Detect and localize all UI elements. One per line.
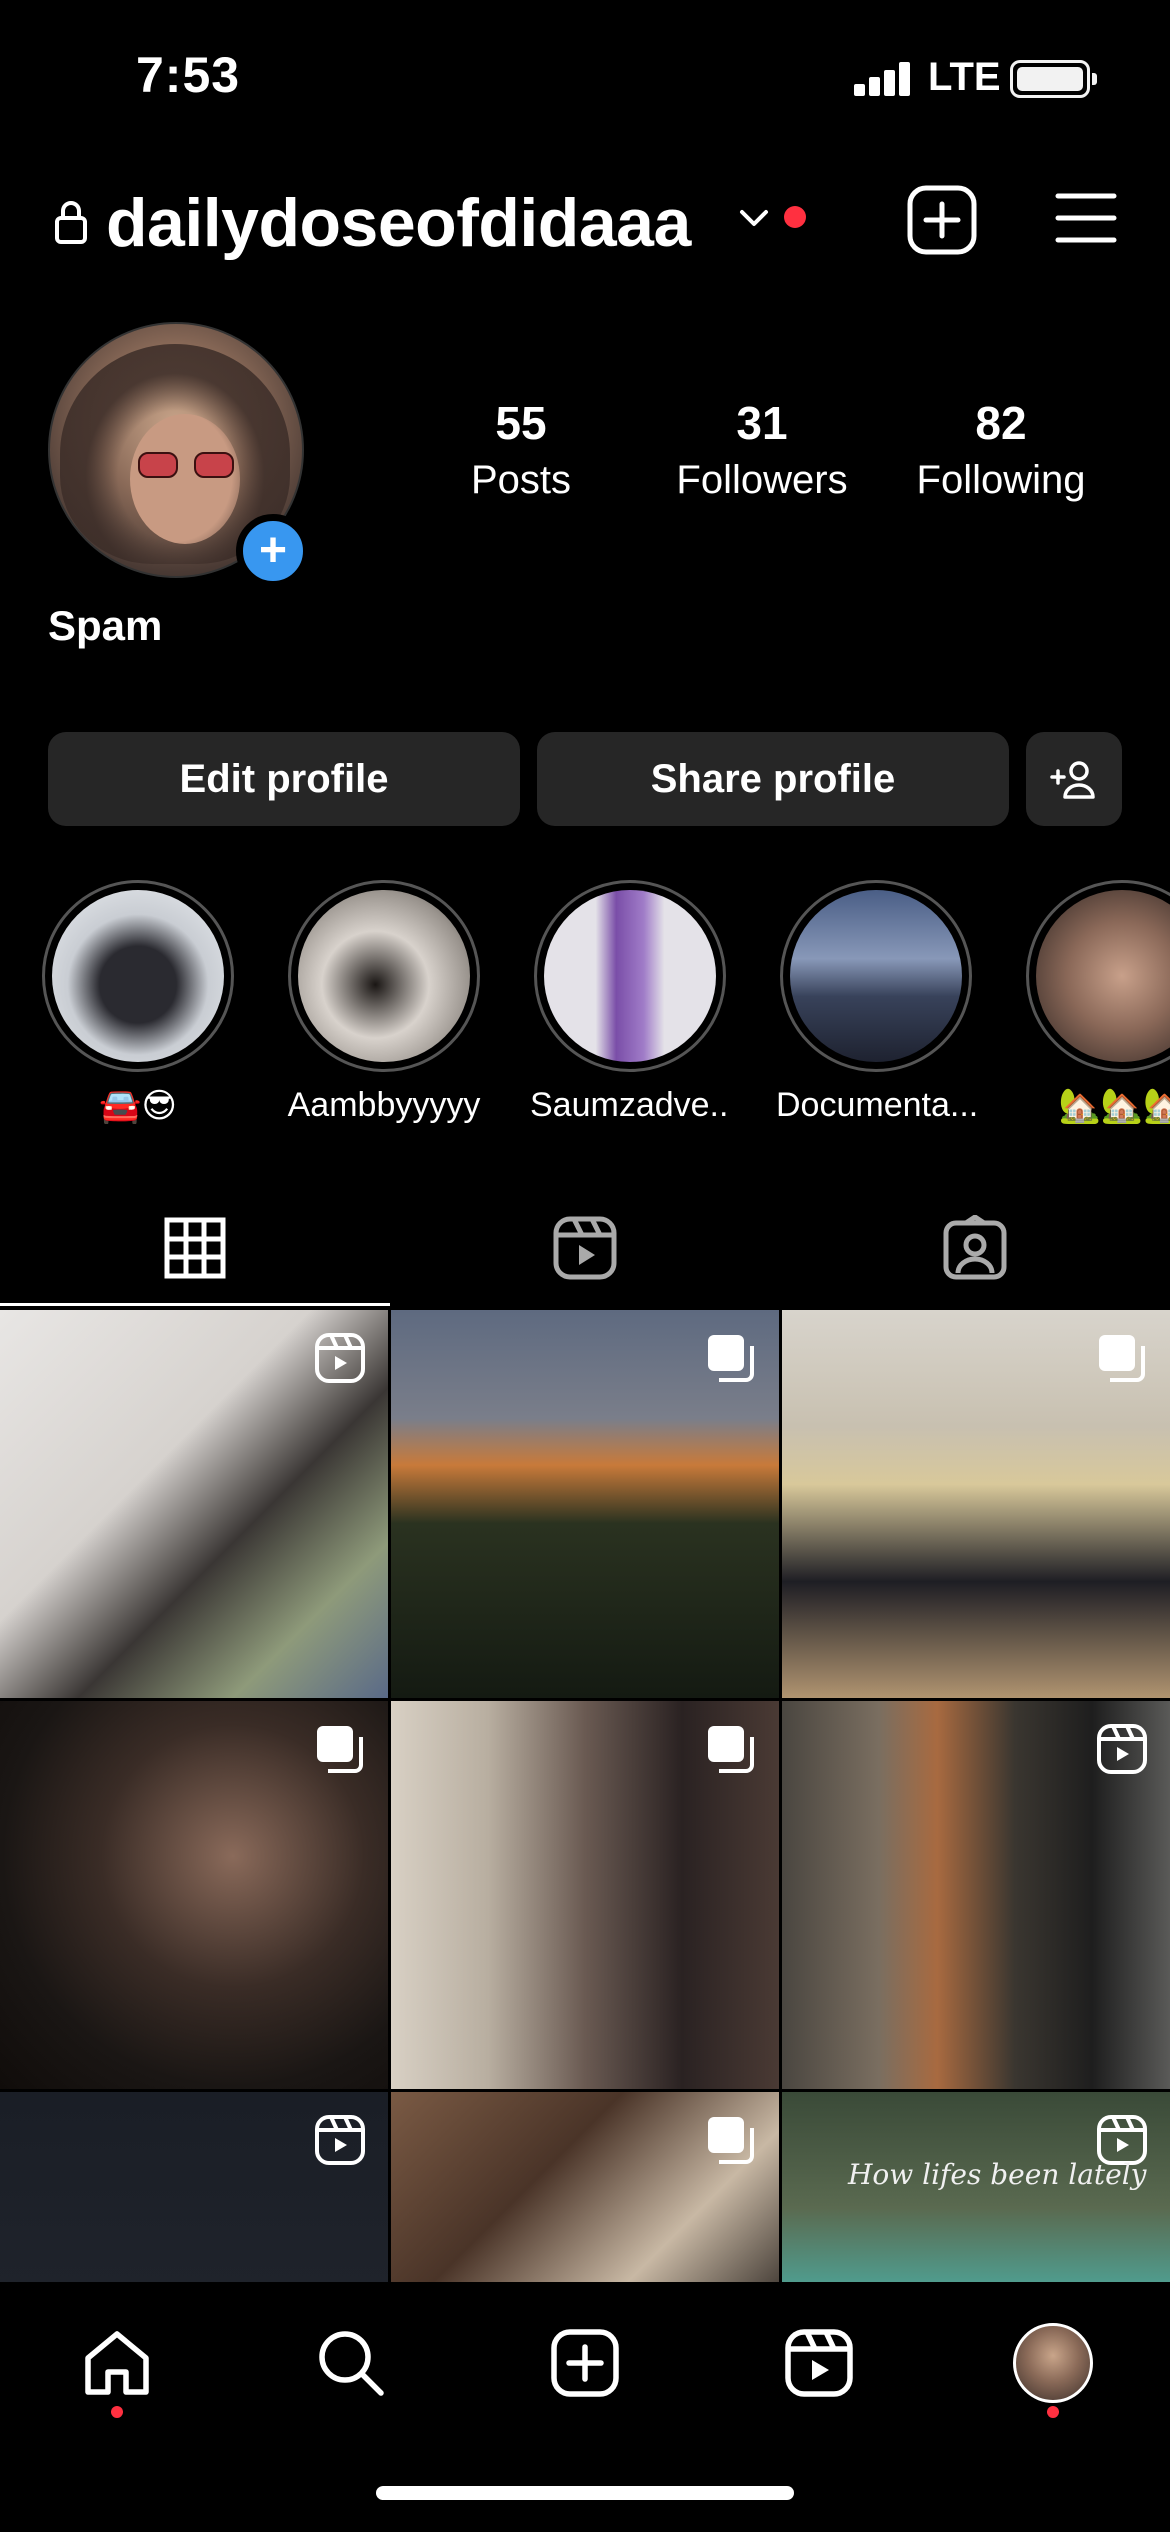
stat-label: Posts bbox=[470, 458, 572, 502]
tagged-person-icon bbox=[943, 1215, 1007, 1280]
nav-search[interactable] bbox=[306, 2318, 396, 2408]
carousel-icon bbox=[708, 1335, 754, 1382]
add-person-icon bbox=[1050, 761, 1095, 799]
post-thumbnail[interactable] bbox=[0, 1701, 388, 2089]
post-thumbnail[interactable] bbox=[0, 1310, 388, 1698]
profile-tabs bbox=[0, 1190, 1170, 1306]
new-post-icon[interactable] bbox=[906, 184, 978, 256]
story-highlight[interactable]: Saumzadve... bbox=[530, 880, 730, 1125]
nav-create[interactable] bbox=[540, 2318, 630, 2408]
profile-header: dailydoseofdidaaa bbox=[0, 170, 1170, 270]
menu-icon[interactable] bbox=[1054, 190, 1118, 246]
display-name: Spam bbox=[48, 602, 163, 649]
reel-icon bbox=[1097, 1724, 1147, 1774]
stat-label: Following bbox=[916, 458, 1086, 502]
notification-dot bbox=[784, 206, 806, 228]
story-highlight[interactable]: Documenta... bbox=[776, 880, 976, 1125]
post-thumbnail[interactable] bbox=[782, 1701, 1170, 2089]
highlight-label: 🏡🏡🏡 bbox=[1058, 1087, 1170, 1125]
profile-notification-dot bbox=[1047, 2406, 1059, 2418]
discover-people-button[interactable] bbox=[1026, 732, 1122, 826]
search-icon bbox=[319, 2331, 384, 2396]
story-highlight[interactable]: 🏡🏡🏡 bbox=[1022, 880, 1170, 1126]
tab-tagged[interactable] bbox=[780, 1190, 1170, 1306]
home-indicator[interactable] bbox=[376, 2486, 794, 2500]
stat-followers[interactable]: 31 Followers bbox=[652, 396, 872, 503]
profile-avatar-small bbox=[1013, 2323, 1093, 2403]
post-overlay-text: How lifes been lately bbox=[848, 2158, 1147, 2191]
highlight-label: Aambbyyyyy bbox=[287, 1086, 481, 1124]
tab-posts-grid[interactable] bbox=[0, 1190, 390, 1306]
grid-icon bbox=[164, 1217, 226, 1279]
story-highlight[interactable]: 🚘😎 bbox=[38, 880, 238, 1126]
create-post-icon bbox=[551, 2329, 619, 2397]
stat-label: Followers bbox=[676, 458, 848, 502]
highlight-label: 🚘😎 bbox=[99, 1087, 177, 1125]
highlight-label: Documenta... bbox=[776, 1086, 976, 1124]
story-highlight[interactable]: Aambbyyyyy bbox=[284, 880, 484, 1125]
nav-reels[interactable] bbox=[774, 2318, 864, 2408]
battery-icon bbox=[1010, 60, 1097, 98]
reels-icon bbox=[553, 1216, 617, 1280]
highlight-label: Saumzadve... bbox=[530, 1086, 730, 1124]
post-thumbnail[interactable] bbox=[0, 2092, 388, 2282]
stat-value: 55 bbox=[495, 397, 547, 449]
post-thumbnail[interactable] bbox=[391, 1701, 779, 2089]
reel-icon bbox=[315, 2115, 365, 2165]
edit-profile-button[interactable]: Edit profile bbox=[48, 732, 520, 826]
chevron-down-icon[interactable] bbox=[736, 200, 772, 236]
post-thumbnail[interactable] bbox=[782, 1310, 1170, 1698]
posts-grid: How lifes been lately bbox=[0, 1310, 1170, 2282]
highlight-thumbnail bbox=[790, 890, 962, 1062]
account-username[interactable]: dailydoseofdidaaa bbox=[106, 184, 691, 262]
carousel-icon bbox=[317, 1726, 363, 1773]
home-notification-dot bbox=[111, 2406, 123, 2418]
status-bar: 7:53 LTE bbox=[0, 0, 1170, 150]
share-profile-button[interactable]: Share profile bbox=[537, 732, 1009, 826]
home-icon bbox=[85, 2331, 149, 2395]
reels-icon bbox=[785, 2329, 853, 2397]
reel-icon bbox=[315, 1333, 365, 1383]
nav-home[interactable] bbox=[72, 2318, 162, 2408]
stat-value: 82 bbox=[975, 397, 1027, 449]
post-thumbnail[interactable]: How lifes been lately bbox=[782, 2092, 1170, 2282]
highlight-thumbnail bbox=[1036, 890, 1170, 1062]
highlight-thumbnail bbox=[298, 890, 470, 1062]
lock-icon bbox=[55, 201, 87, 244]
stat-following[interactable]: 82 Following bbox=[891, 396, 1111, 503]
nav-profile[interactable] bbox=[1008, 2318, 1098, 2408]
post-thumbnail[interactable] bbox=[391, 1310, 779, 1698]
stat-posts[interactable]: 55 Posts bbox=[411, 396, 631, 503]
carousel-icon bbox=[708, 1726, 754, 1773]
add-story-icon[interactable]: + bbox=[236, 514, 310, 588]
highlight-thumbnail bbox=[52, 890, 224, 1062]
network-type: LTE bbox=[928, 55, 1001, 99]
signal-icon bbox=[854, 62, 910, 96]
highlight-thumbnail bbox=[544, 890, 716, 1062]
tab-reels[interactable] bbox=[390, 1190, 780, 1306]
carousel-icon bbox=[708, 2117, 754, 2164]
post-thumbnail[interactable] bbox=[391, 2092, 779, 2282]
status-time: 7:53 bbox=[136, 47, 241, 103]
stat-value: 31 bbox=[736, 397, 788, 449]
carousel-icon bbox=[1099, 1335, 1145, 1382]
